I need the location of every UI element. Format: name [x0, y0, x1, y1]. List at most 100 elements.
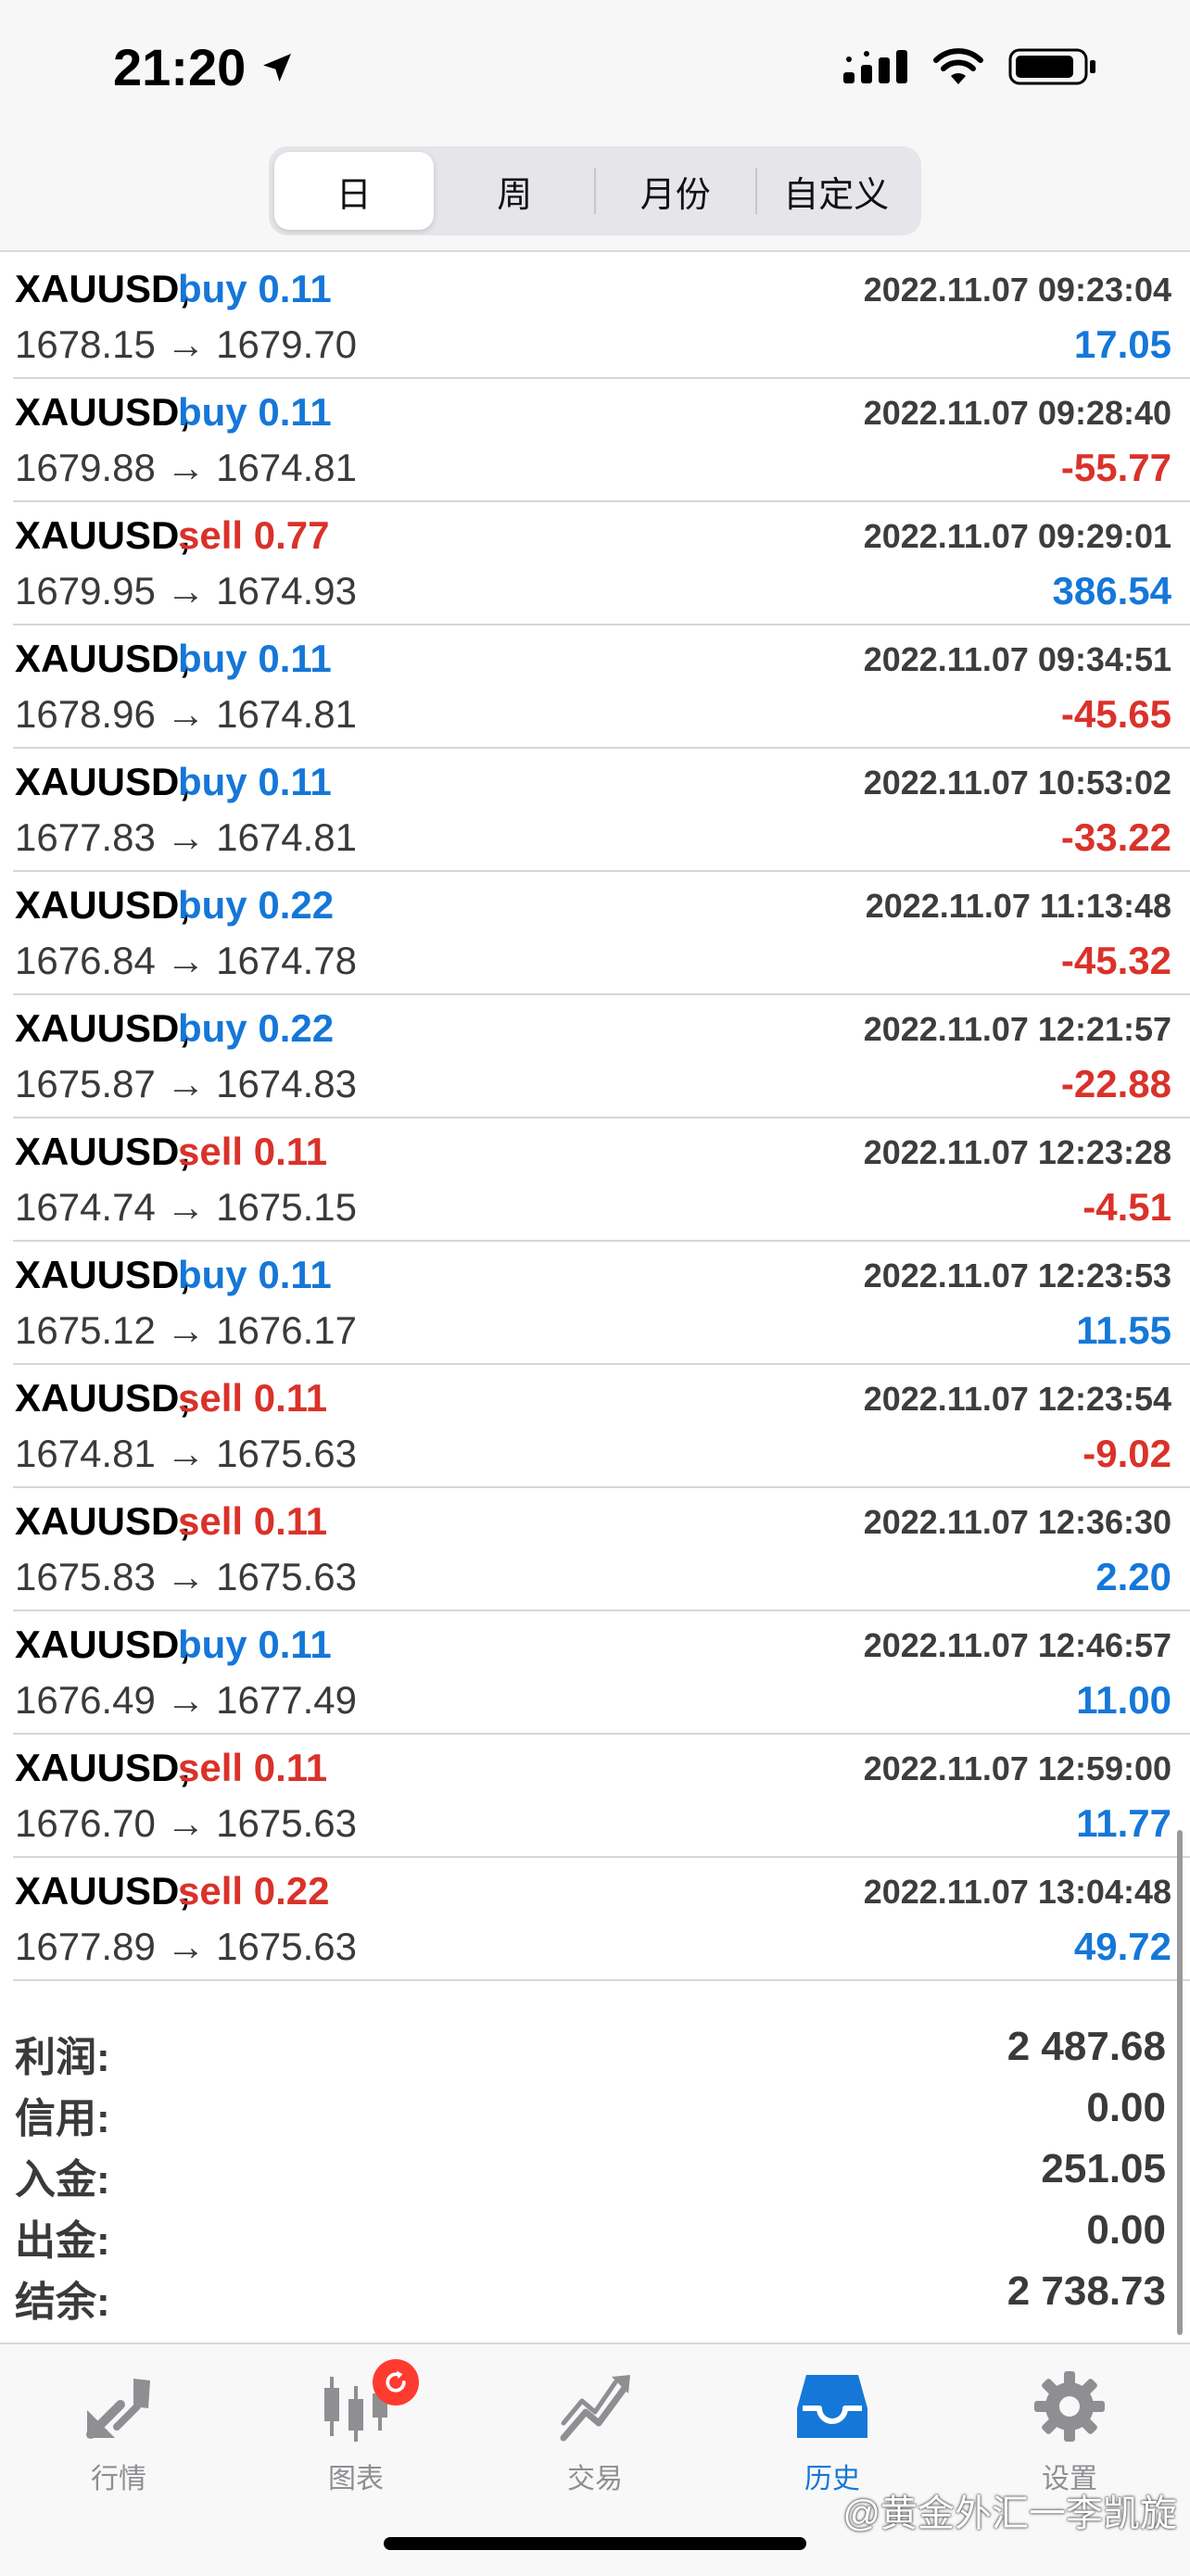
- period-tab-label: 日: [335, 175, 372, 215]
- period-tab-label: 自定义: [783, 175, 890, 215]
- deal-profit: -9.02: [1082, 1432, 1171, 1475]
- period-tab-month[interactable]: 月份: [596, 152, 755, 230]
- deal-list: XAUUSD, buy 0.11 2022.11.07 09:23:04 167…: [0, 256, 1190, 1981]
- summary-label: 信用:: [15, 2096, 110, 2141]
- deal-row[interactable]: XAUUSD, sell 0.11 2022.11.07 12:59:00 16…: [13, 1735, 1190, 1858]
- deal-type: sell 0.11: [178, 1376, 328, 1420]
- deal-profit: -55.77: [1060, 446, 1171, 489]
- period-tab-week[interactable]: 周: [436, 152, 595, 230]
- deal-symbol: XAUUSD,: [15, 1130, 191, 1173]
- deal-row[interactable]: XAUUSD, buy 0.11 2022.11.07 12:23:53 167…: [13, 1242, 1190, 1365]
- watermark: @黄金外汇一李凯旋: [842, 2494, 1177, 2534]
- cellular-signal-icon: [843, 50, 907, 83]
- period-tab-label: 月份: [639, 175, 711, 215]
- period-segmented-control: 日 周 月份 自定义: [269, 146, 921, 235]
- tab-settings[interactable]: 设置: [995, 2365, 1144, 2496]
- history-inbox-icon: [758, 2365, 906, 2448]
- tab-history[interactable]: 历史: [758, 2365, 906, 2496]
- deal-profit: 2.20: [1095, 1555, 1171, 1598]
- deal-row[interactable]: XAUUSD, buy 0.11 2022.11.07 12:46:57 167…: [13, 1611, 1190, 1735]
- deal-prices: 1677.83 → 1674.81: [15, 815, 357, 859]
- account-summary: 利润: 2 487.68 信用: 0.00 入金: 251.05 出金: 0.0…: [13, 2016, 1171, 2325]
- period-tab-label: 周: [497, 175, 533, 215]
- summary-value: 2 487.68: [1006, 2024, 1166, 2069]
- summary-label: 利润:: [15, 2035, 110, 2080]
- deal-type: buy 0.22: [178, 883, 335, 927]
- deal-time: 2022.11.07 09:23:04: [863, 271, 1171, 309]
- deal-prices: 1676.70 → 1675.63: [15, 1801, 357, 1845]
- deal-row[interactable]: XAUUSD, sell 0.11 2022.11.07 12:23:54 16…: [13, 1365, 1190, 1488]
- deal-prices: 1679.88 → 1674.81: [15, 446, 357, 489]
- deal-symbol: XAUUSD,: [15, 1746, 191, 1789]
- summary-row-profit: 利润: 2 487.68: [13, 2016, 1171, 2080]
- deal-prices: 1674.81 → 1675.63: [15, 1432, 357, 1475]
- deal-row[interactable]: XAUUSD, sell 0.22 2022.11.07 13:04:48 16…: [13, 1858, 1190, 1981]
- deal-prices: 1675.12 → 1676.17: [15, 1308, 357, 1352]
- tab-charts[interactable]: 图表: [282, 2359, 430, 2496]
- quotes-arrows-icon: [44, 2365, 193, 2448]
- deal-row[interactable]: XAUUSD, buy 0.11 2022.11.07 09:34:51 167…: [13, 625, 1190, 749]
- deal-row[interactable]: XAUUSD, buy 0.11 2022.11.07 09:28:40 167…: [13, 379, 1190, 502]
- deal-row[interactable]: XAUUSD, buy 0.11 2022.11.07 10:53:02 167…: [13, 749, 1190, 872]
- deal-time: 2022.11.07 09:34:51: [863, 640, 1171, 678]
- tab-label: 交易: [567, 2464, 623, 2494]
- deal-time: 2022.11.07 12:23:28: [863, 1133, 1171, 1171]
- deal-time: 2022.11.07 12:36:30: [863, 1503, 1171, 1541]
- deal-prices: 1676.49 → 1677.49: [15, 1678, 357, 1722]
- deal-profit: 49.72: [1073, 1925, 1171, 1968]
- battery-icon: [1008, 48, 1095, 85]
- summary-label: 结余:: [15, 2279, 110, 2325]
- deal-time: 2022.11.07 13:04:48: [863, 1873, 1171, 1911]
- deal-type: sell 0.22: [178, 1869, 330, 1913]
- deal-row[interactable]: XAUUSD, sell 0.77 2022.11.07 09:29:01 16…: [13, 502, 1190, 625]
- deal-symbol: XAUUSD,: [15, 1869, 191, 1913]
- candlestick-chart-icon: [282, 2359, 430, 2448]
- tab-quotes[interactable]: 行情: [44, 2365, 193, 2496]
- deal-time: 2022.11.07 12:23:54: [863, 1380, 1171, 1418]
- summary-value: 2 738.73: [1006, 2268, 1166, 2314]
- deal-type: sell 0.11: [178, 1130, 328, 1173]
- deal-time: 2022.11.07 12:46:57: [863, 1626, 1171, 1664]
- deal-type: sell 0.11: [178, 1746, 328, 1789]
- home-indicator: [384, 2537, 806, 2550]
- status-time-text: 21:20: [113, 38, 247, 96]
- deal-type: sell 0.77: [178, 513, 330, 557]
- period-tab-day[interactable]: 日: [274, 152, 434, 230]
- vertical-scrollbar[interactable]: [1177, 1830, 1183, 2335]
- deal-row[interactable]: XAUUSD, buy 0.11 2022.11.07 09:23:04 167…: [13, 256, 1190, 379]
- deal-prices: 1678.15 → 1679.70: [15, 322, 357, 366]
- deal-profit: 386.54: [1052, 569, 1171, 612]
- deal-type: buy 0.11: [178, 267, 332, 310]
- settings-gear-icon: [995, 2365, 1144, 2448]
- top-area: 21:20 日 周 月份 自定义: [0, 0, 1190, 252]
- deal-row[interactable]: XAUUSD, buy 0.22 2022.11.07 11:13:48 167…: [13, 872, 1190, 995]
- deal-profit: -45.32: [1060, 939, 1171, 982]
- deal-profit: 11.55: [1076, 1308, 1171, 1352]
- summary-row-withdrawal: 出金: 0.00: [13, 2200, 1171, 2264]
- summary-label: 入金:: [15, 2157, 110, 2203]
- deal-symbol: XAUUSD,: [15, 637, 191, 680]
- summary-value: 0.00: [1086, 2207, 1166, 2253]
- deal-profit: 11.77: [1076, 1801, 1171, 1845]
- deal-type: buy 0.11: [178, 1623, 332, 1666]
- deal-type: buy 0.11: [178, 637, 332, 680]
- deal-profit: 17.05: [1073, 322, 1171, 366]
- deal-row[interactable]: XAUUSD, sell 0.11 2022.11.07 12:23:28 16…: [13, 1118, 1190, 1242]
- deal-symbol: XAUUSD,: [15, 1006, 191, 1050]
- deal-time: 2022.11.07 09:28:40: [863, 394, 1171, 432]
- summary-row-credit: 信用: 0.00: [13, 2077, 1171, 2141]
- deal-type: buy 0.11: [178, 1253, 332, 1296]
- deal-type: buy 0.22: [178, 1006, 335, 1050]
- refresh-badge-icon: [373, 2359, 419, 2406]
- period-tab-custom[interactable]: 自定义: [757, 152, 917, 230]
- summary-value: 0.00: [1086, 2085, 1166, 2130]
- deal-row[interactable]: XAUUSD, buy 0.22 2022.11.07 12:21:57 167…: [13, 995, 1190, 1118]
- deal-symbol: XAUUSD,: [15, 1253, 191, 1296]
- trade-chart-icon: [521, 2365, 669, 2448]
- deal-row[interactable]: XAUUSD, sell 0.11 2022.11.07 12:36:30 16…: [13, 1488, 1190, 1611]
- deal-prices: 1677.89 → 1675.63: [15, 1925, 357, 1968]
- deal-profit: -22.88: [1060, 1062, 1171, 1105]
- deal-prices: 1678.96 → 1674.81: [15, 692, 357, 736]
- wifi-icon: [933, 48, 983, 84]
- tab-trade[interactable]: 交易: [521, 2365, 669, 2496]
